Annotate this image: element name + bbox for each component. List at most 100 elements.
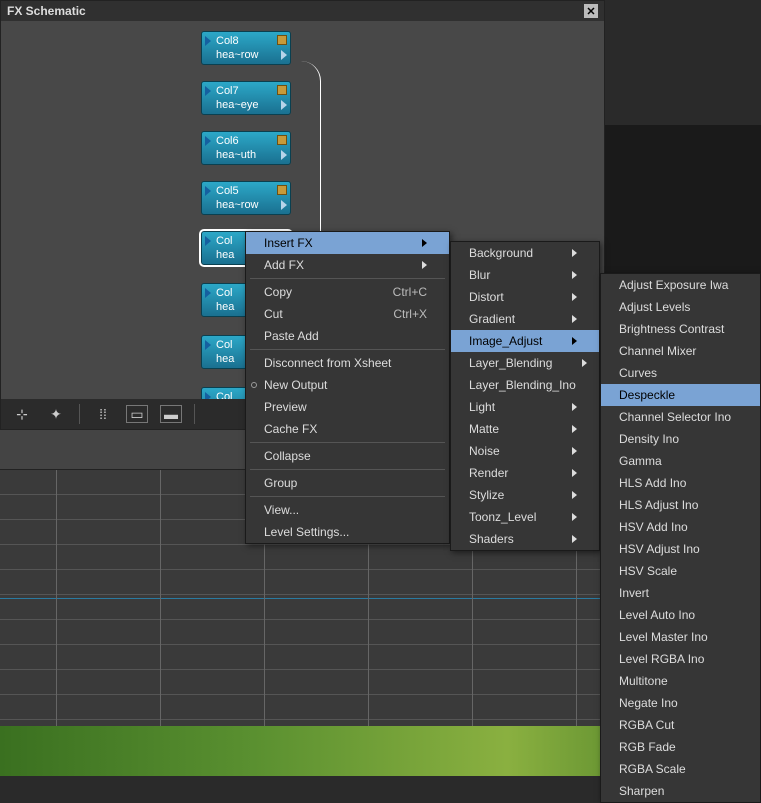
thumbnail-icon[interactable] [277, 85, 287, 95]
menu-item-level-master-ino[interactable]: Level Master Ino [601, 626, 760, 648]
menu-item-noise[interactable]: Noise [451, 440, 599, 462]
menu-item-rgba-cut[interactable]: RGBA Cut [601, 714, 760, 736]
menu-item-shaders[interactable]: Shaders [451, 528, 599, 550]
menu-item-hsv-add-ino[interactable]: HSV Add Ino [601, 516, 760, 538]
thumbnail-icon[interactable] [277, 135, 287, 145]
menu-item-background[interactable]: Background [451, 242, 599, 264]
menu-item-gradient[interactable]: Gradient [451, 308, 599, 330]
image-adjust-submenu: Adjust Exposure Iwa Adjust Levels Brightne… [600, 273, 761, 803]
menu-item-sharpen[interactable]: Sharpen [601, 780, 760, 802]
menu-item-light[interactable]: Light [451, 396, 599, 418]
menu-item-new-output[interactable]: New Output [246, 374, 449, 396]
node-col8[interactable]: Col8hea~row [201, 31, 291, 65]
menu-item-add-fx[interactable]: Add FX [246, 254, 449, 276]
menu-item-disconnect-from-xsheet[interactable]: Disconnect from Xsheet [246, 352, 449, 374]
menu-item-multitone[interactable]: Multitone [601, 670, 760, 692]
menu-item-layer-blending[interactable]: Layer_Blending [451, 352, 599, 374]
menu-separator [250, 278, 445, 279]
node-subtitle: hea~uth [216, 148, 276, 162]
menu-item-image-adjust[interactable]: Image_Adjust [451, 330, 599, 352]
menu-item-rgba-scale[interactable]: RGBA Scale [601, 758, 760, 780]
menu-item-channel-selector-ino[interactable]: Channel Selector Ino [601, 406, 760, 428]
view-small-icon[interactable]: ▬ [160, 405, 182, 423]
node-col6[interactable]: Col6hea~uth [201, 131, 291, 165]
menu-item-level-settings-[interactable]: Level Settings... [246, 521, 449, 543]
menu-item-hsv-adjust-ino[interactable]: HSV Adjust Ino [601, 538, 760, 560]
menu-item-cache-fx[interactable]: Cache FX [246, 418, 449, 440]
menu-separator [250, 469, 445, 470]
menu-item-despeckle[interactable]: Despeckle [601, 384, 760, 406]
input-port-icon[interactable] [205, 36, 211, 46]
menu-item-distort[interactable]: Distort [451, 286, 599, 308]
thumbnail-icon[interactable] [277, 185, 287, 195]
menu-item-label: Level Auto Ino [619, 608, 695, 622]
menu-item-view-[interactable]: View... [246, 499, 449, 521]
timeline-gridline [160, 470, 161, 726]
menu-item-hls-add-ino[interactable]: HLS Add Ino [601, 472, 760, 494]
menu-item-label: Gamma [619, 454, 662, 468]
titlebar[interactable]: FX Schematic ✕ [1, 1, 604, 21]
input-port-icon[interactable] [205, 340, 211, 350]
node-col7[interactable]: Col7hea~eye [201, 81, 291, 115]
input-port-icon[interactable] [205, 86, 211, 96]
center-icon[interactable]: ✦ [45, 405, 67, 423]
divider [79, 404, 80, 424]
thumbnail-icon[interactable] [277, 35, 287, 45]
menu-item-level-auto-ino[interactable]: Level Auto Ino [601, 604, 760, 626]
menu-item-paste-add[interactable]: Paste Add [246, 325, 449, 347]
menu-item-channel-mixer[interactable]: Channel Mixer [601, 340, 760, 362]
menu-item-hsv-scale[interactable]: HSV Scale [601, 560, 760, 582]
menu-item-layer-blending-ino[interactable]: Layer_Blending_Ino [451, 374, 599, 396]
menu-item-collapse[interactable]: Collapse [246, 445, 449, 467]
menu-item-label: Stylize [469, 488, 504, 502]
menu-item-copy[interactable]: CopyCtrl+C [246, 281, 449, 303]
menu-item-invert[interactable]: Invert [601, 582, 760, 604]
menu-separator [250, 496, 445, 497]
menu-item-adjust-exposure-iwa[interactable]: Adjust Exposure Iwa [601, 274, 760, 296]
submenu-arrow-icon [422, 261, 427, 269]
output-port-icon[interactable] [281, 150, 287, 160]
view-large-icon[interactable]: ▭ [126, 405, 148, 423]
menu-item-insert-fx[interactable]: Insert FX [246, 232, 449, 254]
menu-item-render[interactable]: Render [451, 462, 599, 484]
output-port-icon[interactable] [281, 50, 287, 60]
menu-item-level-rgba-ino[interactable]: Level RGBA Ino [601, 648, 760, 670]
menu-item-label: Adjust Levels [619, 300, 690, 314]
input-port-icon[interactable] [205, 288, 211, 298]
menu-item-label: Disconnect from Xsheet [264, 356, 391, 370]
menu-item-gamma[interactable]: Gamma [601, 450, 760, 472]
input-port-icon[interactable] [205, 236, 211, 246]
output-port-icon[interactable] [281, 200, 287, 210]
menu-item-label: Render [469, 466, 508, 480]
grid-icon[interactable]: ⁞⁞ [92, 405, 114, 423]
menu-item-negate-ino[interactable]: Negate Ino [601, 692, 760, 714]
menu-item-toonz-level[interactable]: Toonz_Level [451, 506, 599, 528]
menu-item-density-ino[interactable]: Density Ino [601, 428, 760, 450]
menu-item-group[interactable]: Group [246, 472, 449, 494]
menu-item-stylize[interactable]: Stylize [451, 484, 599, 506]
menu-item-hls-adjust-ino[interactable]: HLS Adjust Ino [601, 494, 760, 516]
menu-item-label: RGBA Cut [619, 718, 674, 732]
menu-item-preview[interactable]: Preview [246, 396, 449, 418]
submenu-arrow-icon [572, 249, 577, 257]
menu-item-curves[interactable]: Curves [601, 362, 760, 384]
menu-item-label: Matte [469, 422, 499, 436]
menu-item-blur[interactable]: Blur [451, 264, 599, 286]
fit-icon[interactable]: ⊹ [11, 405, 33, 423]
node-subtitle: hea~row [216, 48, 276, 62]
menu-item-cut[interactable]: CutCtrl+X [246, 303, 449, 325]
menu-item-label: Blur [469, 268, 490, 282]
input-port-icon[interactable] [205, 186, 211, 196]
menu-item-brightness-contrast[interactable]: Brightness Contrast [601, 318, 760, 340]
menu-item-label: Image_Adjust [469, 334, 542, 348]
menu-item-rgb-fade[interactable]: RGB Fade [601, 736, 760, 758]
node-col5[interactable]: Col5hea~row [201, 181, 291, 215]
close-icon[interactable]: ✕ [584, 4, 598, 18]
menu-item-label: Adjust Exposure Iwa [619, 278, 728, 292]
output-port-icon[interactable] [281, 100, 287, 110]
menu-item-matte[interactable]: Matte [451, 418, 599, 440]
input-port-icon[interactable] [205, 136, 211, 146]
menu-item-label: Paste Add [264, 329, 319, 343]
menu-item-adjust-levels[interactable]: Adjust Levels [601, 296, 760, 318]
menu-item-label: Background [469, 246, 533, 260]
